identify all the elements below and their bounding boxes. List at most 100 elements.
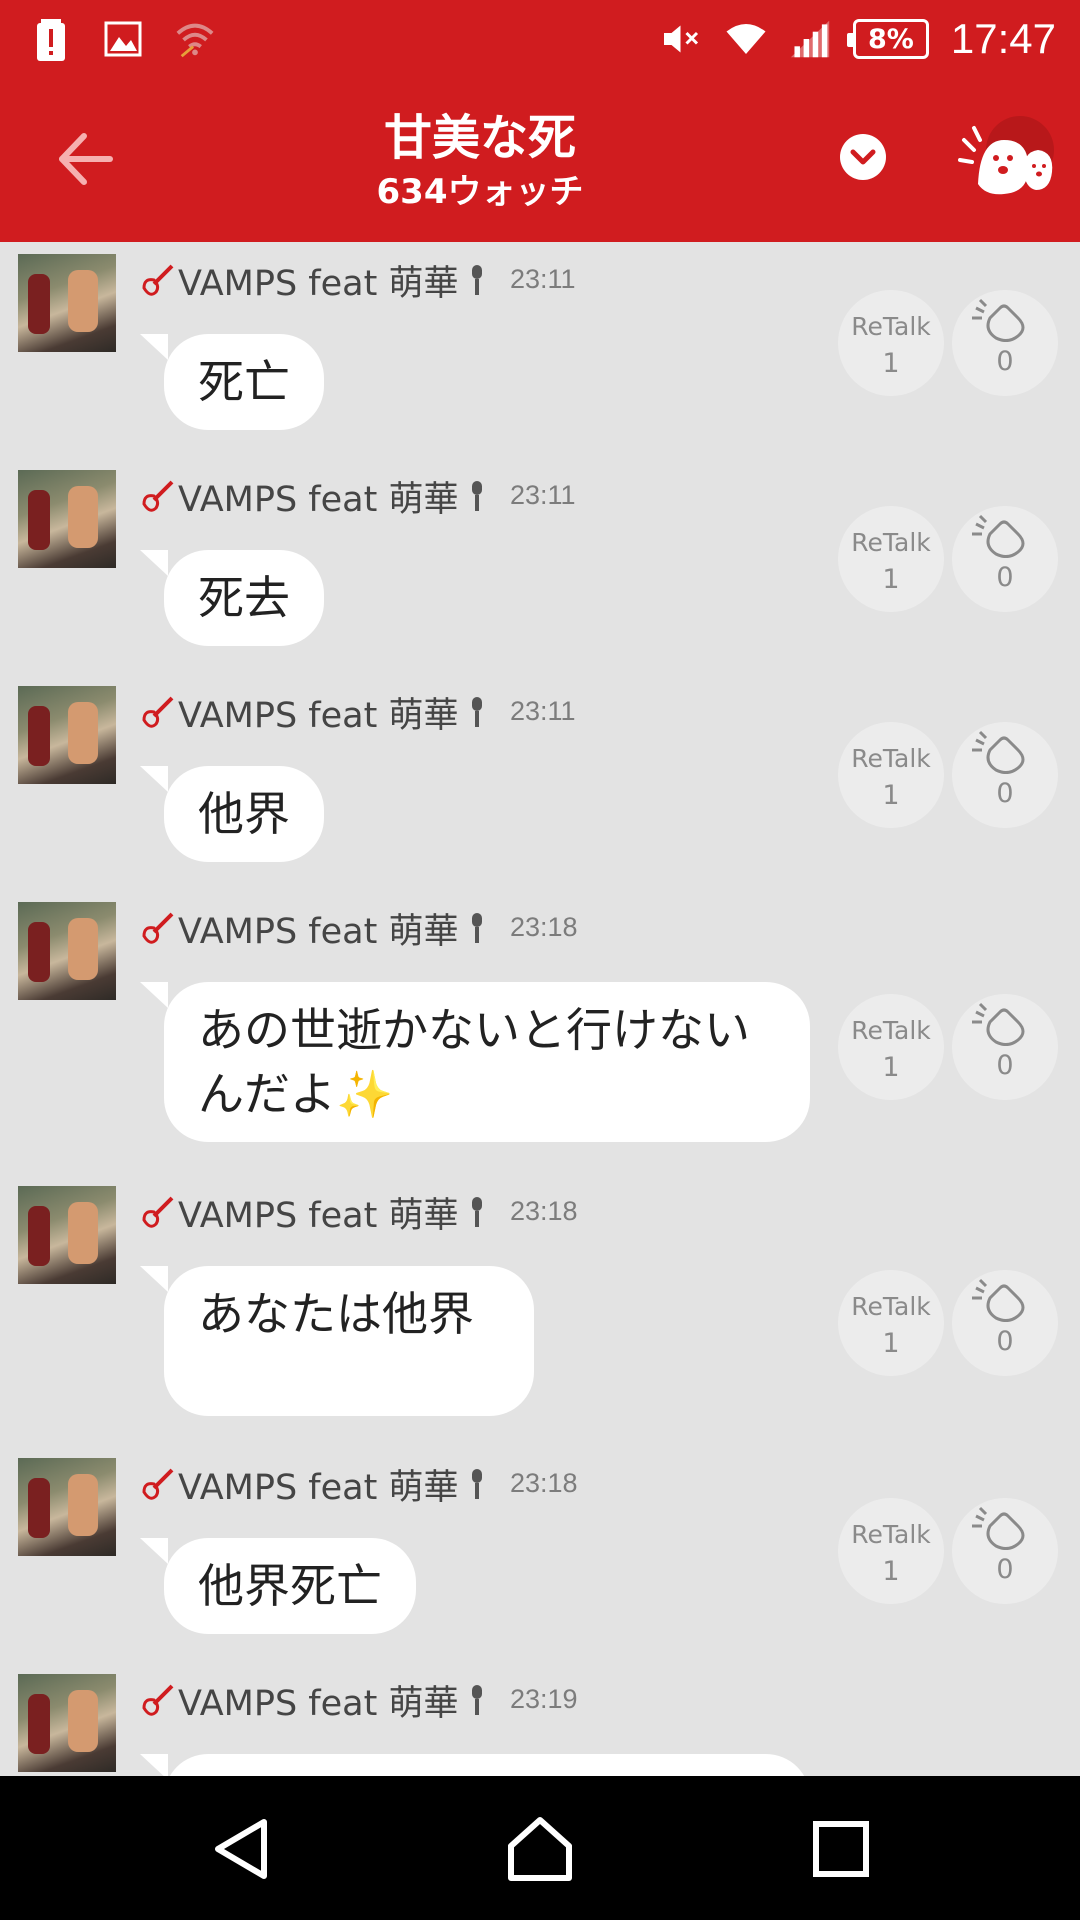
retalk-count: 1 — [882, 564, 900, 595]
chat-list[interactable]: VAMPS feat 萌華 23:11 死亡 ReTalk 1 0 VAMPS … — [0, 242, 1080, 1776]
mascot-button[interactable] — [958, 114, 1058, 204]
author-row: VAMPS feat 萌華 — [140, 474, 488, 520]
message-bubble[interactable]: 死亡 — [140, 334, 324, 430]
guitar-icon — [142, 1468, 174, 1500]
chat-message: VAMPS feat 萌華 23:18 他界死亡 ReTalk 1 0 — [0, 1446, 1080, 1662]
retalk-count: 1 — [882, 1052, 900, 1083]
volume-mute-icon — [661, 17, 703, 61]
avatar[interactable] — [18, 686, 116, 784]
retalk-label: ReTalk — [851, 1292, 931, 1321]
retalk-count: 1 — [882, 348, 900, 379]
message-time: 23:18 — [510, 1196, 578, 1226]
avatar[interactable] — [18, 1186, 116, 1284]
guitar-icon — [142, 1196, 174, 1228]
retalk-button[interactable]: ReTalk 1 — [838, 994, 944, 1100]
clap-button[interactable]: 0 — [952, 1498, 1058, 1604]
nav-recents-icon — [813, 1821, 869, 1877]
nav-home-button[interactable] — [505, 1814, 575, 1884]
guitar-icon — [142, 696, 174, 728]
clap-count: 0 — [996, 778, 1014, 809]
author-name: VAMPS feat 萌華 — [178, 911, 459, 952]
clap-icon — [972, 1506, 1025, 1550]
retalk-button[interactable]: ReTalk 1 — [838, 1270, 944, 1376]
retalk-button[interactable]: ReTalk 1 — [838, 1498, 944, 1604]
clap-button[interactable]: 0 — [952, 290, 1058, 396]
retalk-label: ReTalk — [851, 528, 931, 557]
clap-count: 0 — [996, 346, 1014, 377]
clap-icon — [972, 514, 1025, 558]
microphone-icon — [472, 481, 483, 511]
retalk-button[interactable]: ReTalk 1 — [838, 722, 944, 828]
message-bubble[interactable]: あの世逝かないと行けないんだよ✨ — [140, 982, 810, 1142]
microphone-icon — [472, 1685, 483, 1715]
message-time: 23:19 — [510, 1684, 578, 1714]
microphone-icon — [472, 1197, 483, 1227]
author-row: VAMPS feat 萌華 — [140, 1678, 488, 1724]
clap-icon — [972, 1002, 1025, 1046]
author-name: VAMPS feat 萌華 — [178, 1467, 459, 1508]
author-name: VAMPS feat 萌華 — [178, 263, 459, 304]
clap-icon — [972, 1278, 1025, 1322]
chat-message: VAMPS feat 萌華 23:18 あなたは他界 ReTalk 1 0 — [0, 1174, 1080, 1446]
clock: 17:47 — [950, 15, 1056, 62]
chat-message: VAMPS feat 萌華 23:11 他界 ReTalk 1 0 — [0, 674, 1080, 890]
message-bubble[interactable]: 他界 — [140, 766, 324, 862]
microphone-icon — [472, 265, 483, 295]
microphone-icon — [472, 913, 483, 943]
chat-message: VAMPS feat 萌華 23:11 死去 ReTalk 1 0 — [0, 458, 1080, 674]
dropdown-button[interactable] — [840, 134, 886, 180]
clap-count: 0 — [996, 562, 1014, 593]
avatar[interactable] — [18, 902, 116, 1000]
guitar-icon — [142, 480, 174, 512]
retalk-label: ReTalk — [851, 744, 931, 773]
author-row: VAMPS feat 萌華 — [140, 1462, 488, 1508]
avatar[interactable] — [18, 1458, 116, 1556]
retalk-button[interactable]: ReTalk 1 — [838, 506, 944, 612]
chat-message: VAMPS feat 萌華 23:19 — [0, 1662, 1080, 1776]
author-name: VAMPS feat 萌華 — [178, 695, 459, 736]
signal-icon — [789, 17, 831, 61]
author-row: VAMPS feat 萌華 — [140, 906, 488, 952]
guitar-icon — [142, 264, 174, 296]
chat-message: VAMPS feat 萌華 23:18 あの世逝かないと行けないんだよ✨ ReT… — [0, 890, 1080, 1174]
chat-message: VAMPS feat 萌華 23:11 死亡 ReTalk 1 0 — [0, 242, 1080, 458]
watch-count: 634ウォッチ — [376, 172, 584, 212]
author-name: VAMPS feat 萌華 — [178, 479, 459, 520]
clap-button[interactable]: 0 — [952, 1270, 1058, 1376]
message-bubble[interactable]: 他界死亡 — [140, 1538, 416, 1634]
image-icon — [102, 17, 144, 61]
nav-back-icon — [215, 1819, 267, 1879]
clap-button[interactable]: 0 — [952, 994, 1058, 1100]
clap-button[interactable]: 0 — [952, 722, 1058, 828]
nav-recents-button[interactable] — [806, 1814, 876, 1884]
wifi-off-icon — [174, 17, 216, 61]
battery-alert-icon — [30, 17, 72, 61]
avatar[interactable] — [18, 254, 116, 352]
author-row: VAMPS feat 萌華 — [140, 1190, 488, 1236]
status-bar: 8% 17:47 — [0, 0, 1080, 78]
message-bubble[interactable] — [140, 1754, 810, 1776]
clap-count: 0 — [996, 1050, 1014, 1081]
message-time: 23:11 — [510, 264, 576, 294]
clap-count: 0 — [996, 1554, 1014, 1585]
microphone-icon — [472, 697, 483, 727]
mascot-icon — [958, 116, 1054, 195]
nav-back-button[interactable] — [206, 1814, 276, 1884]
wifi-icon — [725, 17, 767, 61]
avatar[interactable] — [18, 1674, 116, 1772]
room-title: 甘美な死 — [383, 110, 576, 166]
retalk-button[interactable]: ReTalk 1 — [838, 290, 944, 396]
retalk-label: ReTalk — [851, 312, 931, 341]
message-time: 23:11 — [510, 696, 576, 726]
message-time: 23:11 — [510, 480, 576, 510]
message-bubble[interactable]: 死去 — [140, 550, 324, 646]
clap-count: 0 — [996, 1326, 1014, 1357]
chevron-down-icon — [850, 149, 876, 165]
avatar[interactable] — [18, 470, 116, 568]
clap-button[interactable]: 0 — [952, 506, 1058, 612]
clap-icon — [972, 298, 1025, 342]
message-time: 23:18 — [510, 912, 578, 942]
clap-icon — [972, 730, 1025, 774]
app-header: 甘美な死 634ウォッチ — [0, 78, 1080, 242]
message-bubble[interactable]: あなたは他界 — [140, 1266, 534, 1416]
